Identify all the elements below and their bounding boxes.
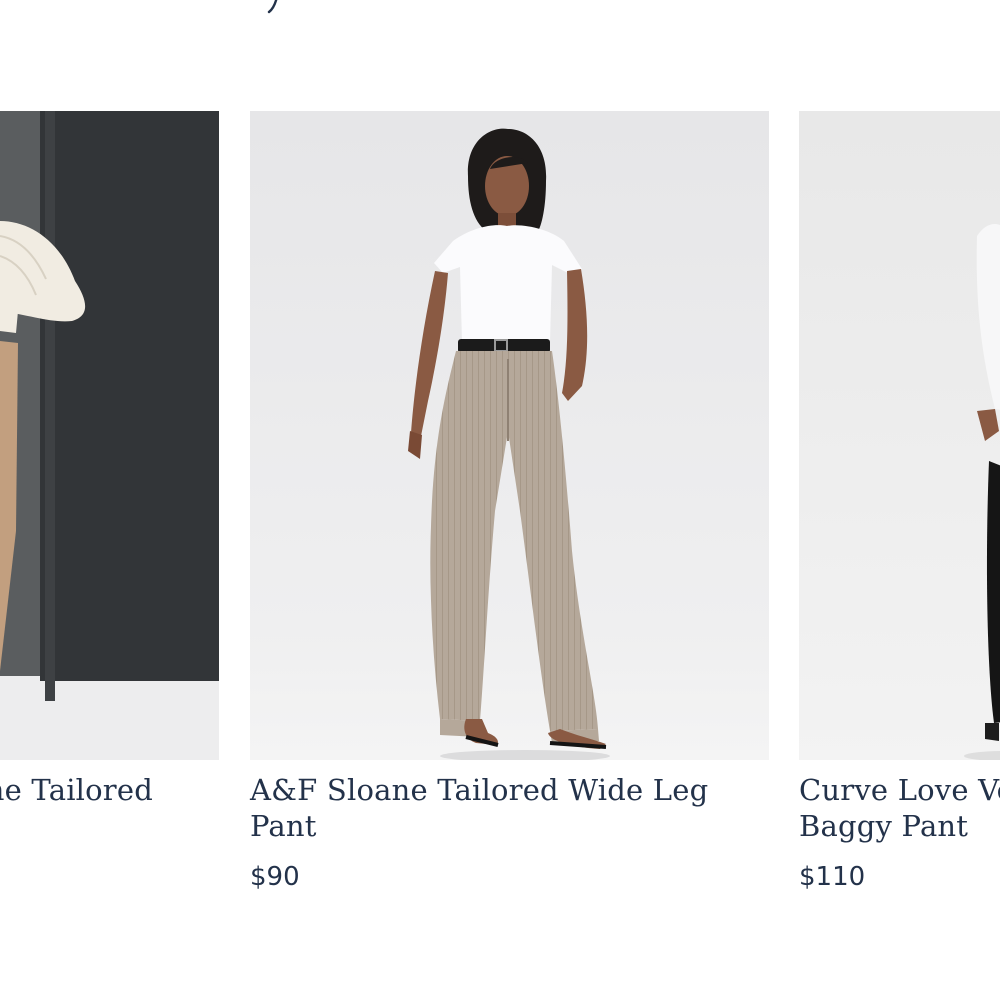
- product-image[interactable]: [799, 111, 1000, 760]
- product-card[interactable]: ne Tailored: [0, 111, 219, 808]
- product-card[interactable]: A&F Sloane Tailored Wide Leg Pant $90: [250, 111, 769, 892]
- product-carousel[interactable]: ne Tailored A&F Sloane Tailored Wide Leg…: [0, 0, 1000, 1000]
- product-title[interactable]: Curve Love Ve Baggy Pant: [799, 772, 1000, 844]
- product-card[interactable]: Curve Love Ve Baggy Pant $110: [799, 111, 1000, 892]
- product-price: $90: [250, 862, 300, 892]
- product-image[interactable]: [250, 111, 769, 760]
- product-title[interactable]: A&F Sloane Tailored Wide Leg Pant: [250, 772, 769, 844]
- product-title[interactable]: ne Tailored: [0, 772, 219, 808]
- product-price: $110: [799, 862, 866, 892]
- product-image[interactable]: [0, 111, 219, 760]
- product-carousel-page: ne Tailored A&F Sloane Tailored Wide Leg…: [0, 0, 1000, 1000]
